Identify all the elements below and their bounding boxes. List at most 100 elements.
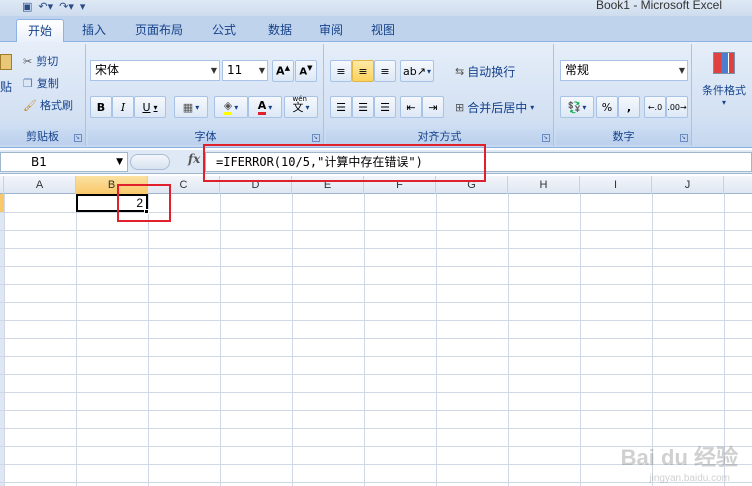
row-gridline bbox=[0, 374, 752, 375]
paste-button[interactable]: 贴 bbox=[0, 54, 16, 104]
increase-indent-button[interactable]: ⇥ bbox=[422, 96, 444, 118]
number-launcher-icon[interactable]: ↘ bbox=[680, 134, 688, 142]
shrink-font-icon: A▼ bbox=[299, 64, 313, 78]
align-middle-button[interactable]: ≡ bbox=[352, 60, 374, 82]
tab-data[interactable]: 数据 bbox=[254, 19, 306, 42]
font-name-value: 宋体 bbox=[95, 63, 120, 77]
orientation-button[interactable]: ab↗ ▾ bbox=[400, 60, 434, 82]
row-gridline bbox=[0, 266, 752, 267]
tab-insert[interactable]: 插入 bbox=[68, 19, 120, 42]
copy-button[interactable]: ❐ 复制 bbox=[22, 72, 82, 94]
align-top-button[interactable]: ≡ bbox=[330, 60, 352, 82]
underline-button[interactable]: U ▾ bbox=[134, 96, 166, 118]
save-icon[interactable]: ▣ bbox=[22, 0, 32, 13]
clipboard-group: 贴 ✂ 剪切 ❐ 复制 🖌 格式刷 剪贴板 ↘ bbox=[0, 44, 86, 146]
borders-button[interactable]: ▦ ▾ bbox=[174, 96, 208, 118]
column-header-j[interactable]: J bbox=[652, 176, 724, 194]
column-gridline bbox=[148, 194, 149, 486]
row-gridline bbox=[0, 230, 752, 231]
redo-icon[interactable]: ↷▾ bbox=[59, 0, 74, 13]
decrease-font-button[interactable]: A▼ bbox=[295, 60, 317, 82]
alignment-launcher-icon[interactable]: ↘ bbox=[542, 134, 550, 142]
scissors-icon: ✂ bbox=[23, 54, 33, 68]
align-center-button[interactable]: ☰ bbox=[352, 96, 374, 118]
align-middle-icon: ≡ bbox=[358, 64, 368, 78]
quick-access-toolbar: ▣ ↶▾ ↷▾ ▾ bbox=[22, 0, 86, 13]
italic-button[interactable]: I bbox=[112, 96, 134, 118]
phonetic-button[interactable]: wén 文 ▾ bbox=[284, 95, 318, 118]
row-gridline bbox=[0, 356, 752, 357]
ribbon-tabs: 开始 插入 页面布局 公式 数据 审阅 视图 bbox=[0, 16, 752, 42]
column-header-a[interactable]: A bbox=[4, 176, 76, 194]
chevron-down-icon: ▾ bbox=[234, 102, 239, 112]
conditional-format-icon bbox=[713, 52, 735, 74]
align-left-button[interactable]: ☰ bbox=[330, 96, 352, 118]
name-box-value: B1 bbox=[31, 155, 47, 169]
phonetic-icon: wén 文 bbox=[292, 95, 306, 113]
merge-center-label: 合并后居中 bbox=[467, 100, 528, 115]
tab-view[interactable]: 视图 bbox=[358, 19, 408, 42]
customize-qat-icon[interactable]: ▾ bbox=[80, 0, 86, 13]
chevron-down-icon: ▼ bbox=[258, 66, 265, 75]
fill-color-button[interactable]: ◈ ▾ bbox=[214, 96, 248, 118]
row-gridline bbox=[0, 338, 752, 339]
column-header-i[interactable]: I bbox=[580, 176, 652, 194]
merge-center-button[interactable]: ⊞ 合并后居中 ▾ bbox=[454, 96, 552, 118]
percent-button[interactable]: % bbox=[596, 96, 618, 118]
conditional-format-button[interactable]: 条件格式 ▾ bbox=[698, 52, 750, 118]
wrap-text-icon: ⇆ bbox=[455, 64, 465, 78]
font-color-icon: A bbox=[257, 99, 267, 115]
styles-group: 条件格式 ▾ bbox=[694, 44, 752, 146]
increase-font-button[interactable]: A▲ bbox=[272, 60, 294, 82]
indent-icon: ⇥ bbox=[428, 100, 438, 114]
column-gridline bbox=[4, 194, 5, 486]
fill-bucket-icon: ◈ bbox=[223, 99, 233, 115]
column-gridline bbox=[220, 194, 221, 486]
undo-icon[interactable]: ↶▾ bbox=[38, 0, 53, 13]
watermark-logo: Bai du 经验 bbox=[620, 445, 738, 470]
clipboard-launcher-icon[interactable]: ↘ bbox=[74, 134, 82, 142]
align-bottom-button[interactable]: ≡ bbox=[374, 60, 396, 82]
tab-review[interactable]: 审阅 bbox=[306, 19, 356, 42]
column-gridline bbox=[436, 194, 437, 486]
grow-font-icon: A▲ bbox=[276, 64, 290, 78]
font-group: 宋体 ▼ 11 ▼ A▲ A▼ B I U ▾ ▦ ▾ ◈ ▾ A ▾ wén bbox=[88, 44, 324, 146]
row-gridline bbox=[0, 212, 752, 213]
align-right-button[interactable]: ☰ bbox=[374, 96, 396, 118]
alignment-group: ≡ ≡ ≡ ab↗ ▾ ⇆ 自动换行 ☰ ☰ ☰ ⇤ ⇥ ⊞ 合并后居中 ▾ 对… bbox=[326, 44, 554, 146]
decrease-decimal-button[interactable]: .00→ bbox=[666, 96, 688, 118]
increase-decimal-icon: ←.0 bbox=[647, 102, 663, 112]
expand-handle[interactable] bbox=[130, 154, 170, 170]
format-painter-button[interactable]: 🖌 格式刷 bbox=[22, 94, 84, 116]
decrease-indent-button[interactable]: ⇤ bbox=[400, 96, 422, 118]
number-group-label: 数字 bbox=[556, 129, 691, 145]
column-header-k[interactable] bbox=[724, 176, 752, 194]
cut-label: 剪切 bbox=[36, 55, 59, 68]
align-right-icon: ☰ bbox=[380, 100, 390, 114]
accounting-format-button[interactable]: 💱 ▾ bbox=[560, 96, 594, 118]
chevron-down-icon: ▾ bbox=[721, 98, 726, 107]
font-size-combo[interactable]: 11 ▼ bbox=[222, 60, 268, 81]
name-box[interactable]: B1 ▼ bbox=[0, 152, 128, 172]
number-format-combo[interactable]: 常规 ▼ bbox=[560, 60, 688, 81]
tab-page-layout[interactable]: 页面布局 bbox=[124, 19, 194, 42]
font-launcher-icon[interactable]: ↘ bbox=[312, 134, 320, 142]
column-gridline bbox=[364, 194, 365, 486]
align-left-icon: ☰ bbox=[336, 100, 346, 114]
font-color-button[interactable]: A ▾ bbox=[248, 96, 282, 118]
increase-decimal-button[interactable]: ←.0 bbox=[644, 96, 666, 118]
font-group-label: 字体 bbox=[88, 129, 323, 145]
number-format-value: 常规 bbox=[565, 63, 590, 77]
cut-button[interactable]: ✂ 剪切 bbox=[22, 50, 82, 72]
bold-button[interactable]: B bbox=[90, 96, 112, 118]
phonetic-top: wén bbox=[292, 94, 307, 103]
tab-home[interactable]: 开始 bbox=[16, 19, 64, 42]
column-header-h[interactable]: H bbox=[508, 176, 580, 194]
wrap-text-button[interactable]: ⇆ 自动换行 bbox=[454, 60, 550, 82]
font-name-combo[interactable]: 宋体 ▼ bbox=[90, 60, 220, 81]
comma-button[interactable]: , bbox=[618, 96, 640, 118]
tab-formulas[interactable]: 公式 bbox=[198, 19, 250, 42]
column-gridline bbox=[508, 194, 509, 486]
insert-function-icon[interactable]: fx bbox=[188, 152, 200, 166]
alignment-group-label: 对齐方式 bbox=[326, 129, 553, 145]
